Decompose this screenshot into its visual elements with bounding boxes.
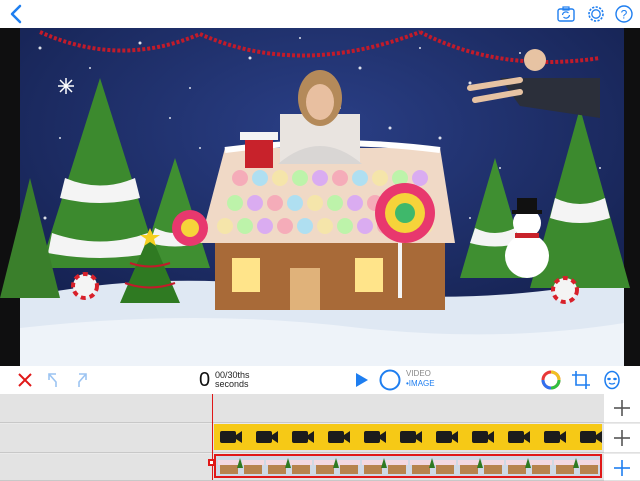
video-camera-icon — [436, 431, 458, 443]
time-seconds: 0 — [199, 369, 211, 391]
video-camera-icon — [580, 431, 602, 443]
video-camera-icon — [400, 431, 422, 443]
plus-icon — [614, 400, 630, 416]
video-camera-icon — [508, 431, 530, 443]
help-icon[interactable]: ? — [614, 4, 634, 24]
video-clip[interactable] — [214, 424, 602, 450]
color-wheel-icon[interactable] — [541, 370, 561, 390]
edit-toolbar — [0, 366, 640, 395]
video-camera-icon — [256, 431, 278, 443]
clip-trim-handle[interactable] — [208, 459, 215, 466]
top-bar: ? — [0, 0, 640, 28]
gear-icon[interactable] — [586, 4, 606, 24]
time-frames: 00/30ths seconds — [215, 371, 250, 389]
plus-icon — [614, 460, 630, 476]
record-icon[interactable] — [379, 369, 401, 391]
image-clip-thumbnails — [216, 456, 600, 476]
video-camera-icon — [328, 431, 350, 443]
add-track-button-1[interactable] — [604, 394, 640, 423]
video-clip-strip — [220, 431, 602, 443]
video-camera-icon — [544, 431, 566, 443]
mask-icon[interactable] — [602, 370, 622, 390]
camera-rotate-icon[interactable] — [556, 4, 576, 24]
video-camera-icon — [292, 431, 314, 443]
undo-icon[interactable] — [44, 370, 64, 390]
play-icon[interactable] — [351, 370, 371, 390]
crop-icon[interactable] — [571, 370, 591, 390]
svg-text:?: ? — [621, 8, 628, 22]
chevron-left-icon[interactable] — [6, 3, 28, 25]
track-empty[interactable] — [0, 394, 604, 423]
add-track-button-2[interactable] — [604, 424, 640, 453]
mode-image-label[interactable]: •IMAGE — [406, 379, 435, 389]
video-camera-icon — [220, 431, 242, 443]
video-preview[interactable] — [0, 28, 640, 366]
redo-icon[interactable] — [71, 370, 91, 390]
close-icon[interactable] — [15, 370, 35, 390]
plus-icon — [614, 430, 630, 446]
add-track-button-3[interactable] — [604, 454, 640, 481]
time-unit-label: seconds — [215, 379, 249, 389]
playhead[interactable] — [212, 394, 213, 480]
video-camera-icon — [364, 431, 386, 443]
mode-video-label[interactable]: VIDEO — [406, 369, 435, 379]
preview-image — [0, 28, 630, 366]
video-camera-icon — [472, 431, 494, 443]
image-clip[interactable] — [214, 454, 602, 478]
mode-switch[interactable]: VIDEO •IMAGE — [406, 369, 435, 389]
